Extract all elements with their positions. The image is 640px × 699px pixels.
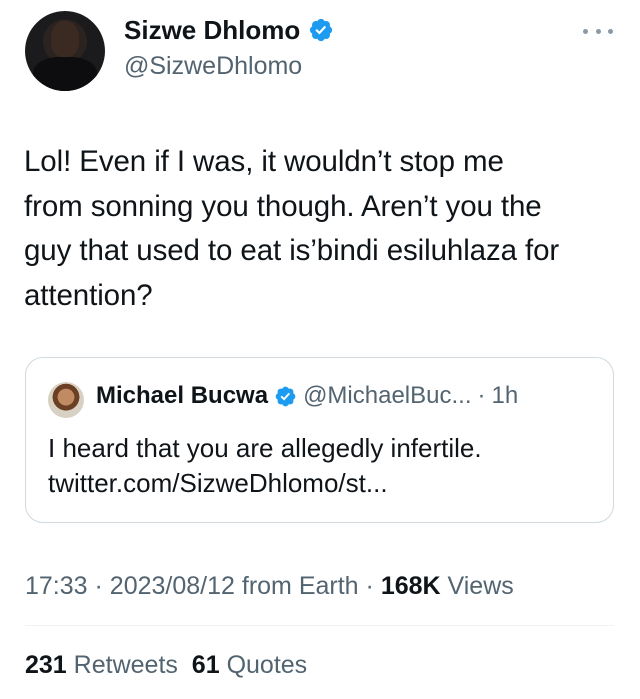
views-label: Views <box>447 572 514 600</box>
tweet-date[interactable]: 2023/08/12 <box>110 572 235 600</box>
quoted-author-avatar <box>48 382 84 418</box>
author-display-name[interactable]: Sizwe Dhlomo <box>124 13 300 47</box>
quoted-tweet-header: Michael Bucwa @MichaelBuc... · 1h <box>96 382 518 410</box>
quoted-tweet-text: I heard that you are allegedly infertile… <box>48 433 482 498</box>
tweet-text: Lol! Even if I was, it wouldn’t stop me … <box>24 145 560 312</box>
verified-badge-icon <box>275 386 296 406</box>
tweet-source: from Earth <box>241 572 359 600</box>
more-horizontal-icon[interactable] <box>583 26 613 36</box>
views-count: 168K <box>380 572 441 600</box>
quoted-separator: · <box>477 382 486 409</box>
author-handle[interactable]: @SizweDhlomo <box>124 50 302 82</box>
verified-badge-icon <box>310 18 333 42</box>
quoted-tweet-card[interactable]: Michael Bucwa @MichaelBuc... · 1h I hear… <box>25 357 614 523</box>
retweets-label: Retweets <box>73 651 178 679</box>
tweet-time[interactable]: 17:33 <box>25 572 88 600</box>
meta-separator: · <box>365 572 374 600</box>
tweet: Sizwe Dhlomo @SizweDhlomo Lol! Even if I… <box>0 0 640 699</box>
quoted-author-name: Michael Bucwa <box>96 382 269 409</box>
quoted-tweet-time: 1h <box>491 382 519 409</box>
quotes-link[interactable]: 61 Quotes <box>192 651 307 679</box>
meta-separator: · <box>94 572 103 600</box>
retweets-count: 231 <box>25 651 67 679</box>
quotes-label: Quotes <box>226 651 308 679</box>
tweet-stats: 231 Retweets 61 Quotes <box>25 648 307 682</box>
author-avatar[interactable] <box>25 11 105 91</box>
quotes-count: 61 <box>191 651 220 679</box>
tweet-meta: 17:33 · 2023/08/12 from Earth · 168K Vie… <box>25 569 514 603</box>
quoted-author-handle: @MichaelBuc... <box>303 382 472 409</box>
author-name-row: Sizwe Dhlomo <box>124 13 334 47</box>
divider <box>25 625 614 626</box>
retweets-link[interactable]: 231 Retweets <box>25 651 178 679</box>
